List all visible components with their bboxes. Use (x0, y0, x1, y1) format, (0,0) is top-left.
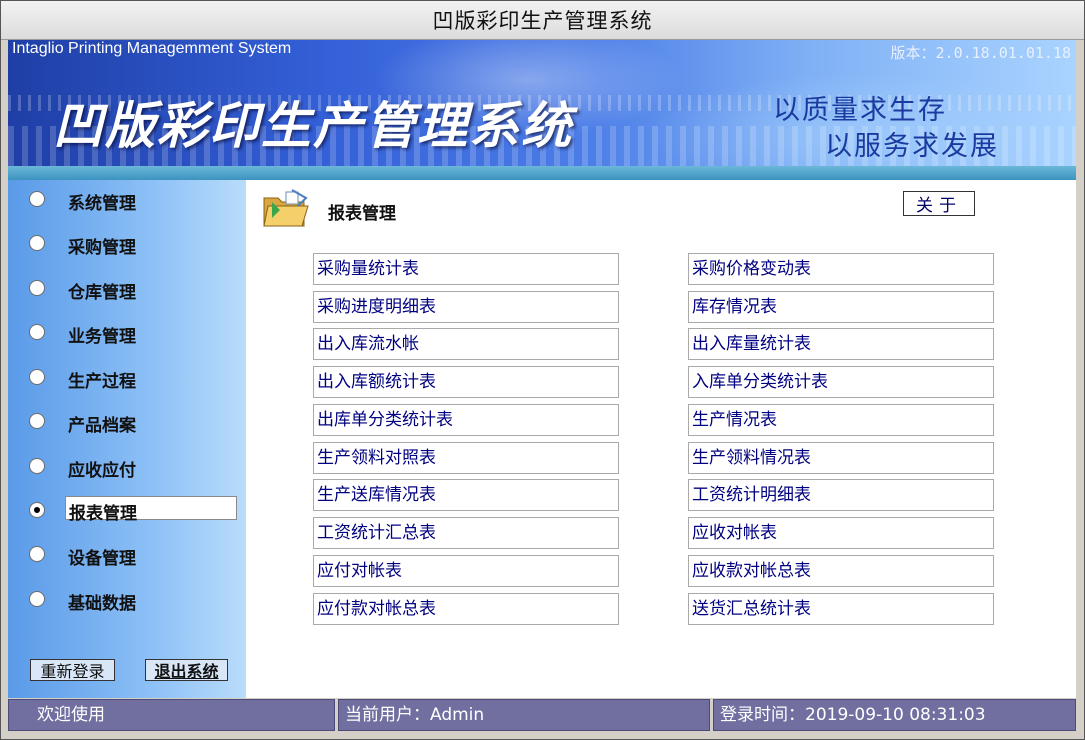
radio-button[interactable] (29, 413, 45, 429)
sidebar-item-products[interactable]: 产品档案 (8, 405, 246, 439)
sidebar-item-purchase[interactable]: 采购管理 (8, 227, 246, 261)
sidebar-item-equipment[interactable]: 设备管理 (8, 538, 246, 572)
radio-button[interactable] (29, 369, 45, 385)
sidebar-item-reports[interactable]: 报表管理 (8, 494, 246, 528)
banner-slogan-2: 以服务求发展 (825, 131, 999, 162)
report-button[interactable]: 应收款对帐总表 (688, 555, 994, 587)
sidebar-item-label: 产品档案 (68, 416, 136, 436)
report-button[interactable]: 采购量统计表 (313, 253, 619, 285)
radio-button[interactable] (29, 280, 45, 296)
about-button[interactable]: 关于 (903, 191, 975, 216)
sidebar-item-label: 报表管理 (65, 496, 237, 524)
sidebar-item-label: 基础数据 (68, 594, 136, 614)
banner-title: 凹版彩印生产管理系统 (53, 97, 573, 155)
radio-button[interactable] (29, 458, 45, 474)
page-title: 报表管理 (328, 204, 396, 224)
report-button[interactable]: 入库单分类统计表 (688, 366, 994, 398)
sidebar-item-label: 设备管理 (68, 549, 136, 569)
radio-button[interactable] (29, 324, 45, 340)
status-welcome: 欢迎使用 (8, 699, 335, 731)
sidebar-item-label: 应收应付 (68, 461, 136, 481)
sidebar-item-receivables[interactable]: 应收应付 (8, 450, 246, 484)
status-current-user: 当前用户：Admin (338, 699, 710, 731)
report-button[interactable]: 出入库量统计表 (688, 328, 994, 360)
report-button[interactable]: 应付款对帐总表 (313, 593, 619, 625)
sidebar-nav: 系统管理 采购管理 仓库管理 业务管理 生产过程 产品档案 应收应付 报表管理 (8, 180, 246, 698)
report-button[interactable]: 应付对帐表 (313, 555, 619, 587)
sidebar-item-warehouse[interactable]: 仓库管理 (8, 272, 246, 306)
report-button[interactable]: 生产领料对照表 (313, 442, 619, 474)
report-button[interactable]: 出库单分类统计表 (313, 404, 619, 436)
report-button[interactable]: 工资统计汇总表 (313, 517, 619, 549)
relogin-button[interactable]: 重新登录 (30, 659, 115, 681)
report-button[interactable]: 生产送库情况表 (313, 479, 619, 511)
report-button[interactable]: 采购价格变动表 (688, 253, 994, 285)
radio-button[interactable] (29, 591, 45, 607)
folder-icon (263, 189, 309, 227)
sidebar-item-system[interactable]: 系统管理 (8, 183, 246, 217)
window-titlebar: 凹版彩印生产管理系统 (1, 1, 1084, 40)
report-button[interactable]: 应收对帐表 (688, 517, 994, 549)
sidebar-item-production[interactable]: 生产过程 (8, 361, 246, 395)
sidebar-item-label: 仓库管理 (68, 283, 136, 303)
status-login-time: 登录时间：2019-09-10 08:31:03 (713, 699, 1076, 731)
sidebar-item-business[interactable]: 业务管理 (8, 316, 246, 350)
report-button[interactable]: 出入库流水帐 (313, 328, 619, 360)
report-button[interactable]: 送货汇总统计表 (688, 593, 994, 625)
exit-button[interactable]: 退出系统 (145, 659, 228, 681)
main-panel: 报表管理 关于 采购量统计表 采购进度明细表 出入库流水帐 出入库额统计表 出库… (246, 180, 1076, 698)
sidebar-item-label: 系统管理 (68, 194, 136, 214)
banner-slogan-1: 以质量求生存 (773, 95, 947, 126)
report-button[interactable]: 工资统计明细表 (688, 479, 994, 511)
sidebar-item-label: 采购管理 (68, 238, 136, 258)
status-bar: 欢迎使用 当前用户：Admin 登录时间：2019-09-10 08:31:03 (8, 699, 1076, 731)
sidebar-item-label: 业务管理 (68, 327, 136, 347)
banner-english-title: Intaglio Printing Managemment System (12, 40, 292, 57)
window-title: 凹版彩印生产管理系统 (432, 9, 653, 33)
report-button[interactable]: 出入库额统计表 (313, 366, 619, 398)
report-button[interactable]: 生产领料情况表 (688, 442, 994, 474)
report-button[interactable]: 生产情况表 (688, 404, 994, 436)
report-button[interactable]: 采购进度明细表 (313, 291, 619, 323)
radio-button-selected[interactable] (29, 502, 45, 518)
radio-button[interactable] (29, 235, 45, 251)
radio-button[interactable] (29, 546, 45, 562)
header-banner: Intaglio Printing Managemment System 版本：… (8, 40, 1076, 166)
sidebar-item-basic-data[interactable]: 基础数据 (8, 583, 246, 617)
report-button[interactable]: 库存情况表 (688, 291, 994, 323)
version-label: 版本：2.0.18.01.01.18 (890, 44, 1071, 62)
banner-divider (8, 166, 1076, 180)
radio-button[interactable] (29, 191, 45, 207)
sidebar-item-label: 生产过程 (68, 372, 136, 392)
app-window: 凹版彩印生产管理系统 Intaglio Printing Managemment… (0, 0, 1085, 740)
